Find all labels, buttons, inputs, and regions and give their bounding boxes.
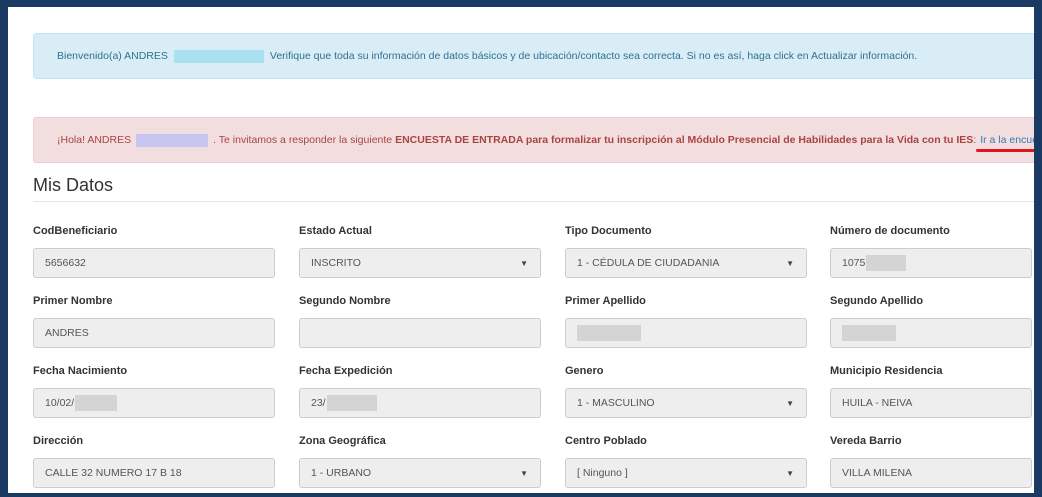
field-segundo-apellido: Segundo Apellido xyxy=(830,295,1032,348)
section-title: Mis Datos xyxy=(33,175,114,195)
segundo-nombre-input[interactable] xyxy=(299,318,541,348)
field-value: 1075 xyxy=(842,257,866,269)
welcome-alert: Bienvenido(a) ANDRES Verifique que toda … xyxy=(33,33,1034,79)
field-fecha-expedicion: Fecha Expedición 23/ xyxy=(299,365,541,418)
field-cod-beneficiario: CodBeneficiario 5656632 xyxy=(33,225,275,278)
centro-poblado-select[interactable]: [ Ninguno ] ▼ xyxy=(565,458,807,488)
municipio-residencia-input[interactable]: HUILA - NEIVA xyxy=(830,388,1032,418)
genero-select[interactable]: 1 - MASCULINO ▼ xyxy=(565,388,807,418)
field-value: VILLA MILENA xyxy=(842,467,913,479)
redacted-value xyxy=(577,325,641,341)
field-numero-documento: Número de documento 1075 xyxy=(830,225,1032,278)
caret-down-icon: ▼ xyxy=(786,259,794,268)
field-label: Primer Nombre xyxy=(33,295,113,307)
caret-down-icon: ▼ xyxy=(520,469,528,478)
field-value: 1 - CÉDULA DE CIUDADANIA xyxy=(577,257,720,269)
field-label: Dirección xyxy=(33,435,84,447)
numero-documento-input[interactable]: 1075 xyxy=(830,248,1032,278)
field-value: 1 - URBANO xyxy=(311,467,372,479)
welcome-prefix: Bienvenido(a) ANDRES xyxy=(57,50,168,62)
redacted-name xyxy=(173,49,264,63)
field-zona-geografica: Zona Geográfica 1 - URBANO ▼ xyxy=(299,435,541,488)
caret-down-icon: ▼ xyxy=(520,259,528,268)
field-value: 5656632 xyxy=(45,257,86,269)
field-tipo-documento: Tipo Documento 1 - CÉDULA DE CIUDADANIA ▼ xyxy=(565,225,807,278)
redacted-value xyxy=(326,395,377,411)
tipo-documento-select[interactable]: 1 - CÉDULA DE CIUDADANIA ▼ xyxy=(565,248,807,278)
field-label: Segundo Nombre xyxy=(299,295,391,307)
welcome-text: Verifique que toda su información de dat… xyxy=(269,50,918,62)
primer-apellido-input[interactable] xyxy=(565,318,807,348)
fecha-expedicion-input[interactable]: 23/ xyxy=(299,388,541,418)
field-primer-nombre: Primer Nombre ANDRES xyxy=(33,295,275,348)
zona-geografica-select[interactable]: 1 - URBANO ▼ xyxy=(299,458,541,488)
caret-down-icon: ▼ xyxy=(786,469,794,478)
field-label: Centro Poblado xyxy=(565,435,647,447)
field-fecha-nacimiento: Fecha Nacimiento 10/02/ xyxy=(33,365,275,418)
field-label: Vereda Barrio xyxy=(830,435,902,447)
field-primer-apellido: Primer Apellido xyxy=(565,295,807,348)
survey-link[interactable]: Ir a la encuesta xyxy=(976,134,1034,152)
field-label: Genero xyxy=(565,365,604,377)
redacted-name xyxy=(136,133,209,147)
field-label: Segundo Apellido xyxy=(830,295,924,307)
survey-text: . Te invitamos a responder la siguiente xyxy=(213,134,393,146)
field-value: CALLE 32 NUMERO 17 B 18 xyxy=(45,467,182,479)
field-value: HUILA - NEIVA xyxy=(842,397,913,409)
caret-down-icon: ▼ xyxy=(786,399,794,408)
vereda-barrio-input[interactable]: VILLA MILENA xyxy=(830,458,1032,488)
survey-prefix: ¡Hola! ANDRES xyxy=(57,134,132,146)
field-centro-poblado: Centro Poblado [ Ninguno ] ▼ xyxy=(565,435,807,488)
field-label: Fecha Expedición xyxy=(299,365,393,377)
field-direccion: Dirección CALLE 32 NUMERO 17 B 18 xyxy=(33,435,275,488)
cod-beneficiario-input[interactable]: 5656632 xyxy=(33,248,275,278)
direccion-input[interactable]: CALLE 32 NUMERO 17 B 18 xyxy=(33,458,275,488)
field-value: [ Ninguno ] xyxy=(577,467,628,479)
survey-strong-text: ENCUESTA DE ENTRADA para formalizar tu i… xyxy=(395,134,974,146)
field-label: Estado Actual xyxy=(299,225,372,237)
redacted-value xyxy=(842,325,896,341)
field-value: 10/02/ xyxy=(45,397,75,409)
field-label: Fecha Nacimiento xyxy=(33,365,128,377)
field-label: Zona Geográfica xyxy=(299,435,386,447)
field-label: Número de documento xyxy=(830,225,950,237)
redacted-value xyxy=(75,395,118,411)
field-value: INSCRITO xyxy=(311,257,361,269)
section-divider xyxy=(33,201,1034,202)
field-label: CodBeneficiario xyxy=(33,225,118,237)
estado-actual-select[interactable]: INSCRITO ▼ xyxy=(299,248,541,278)
field-estado-actual: Estado Actual INSCRITO ▼ xyxy=(299,225,541,278)
survey-link-label[interactable]: Ir a la encuesta xyxy=(980,134,1034,146)
field-label: Municipio Residencia xyxy=(830,365,943,377)
field-value: 23/ xyxy=(311,397,326,409)
field-value: 1 - MASCULINO xyxy=(577,397,655,409)
field-value: ANDRES xyxy=(45,327,89,339)
field-label: Tipo Documento xyxy=(565,225,652,237)
field-label: Primer Apellido xyxy=(565,295,646,307)
field-segundo-nombre: Segundo Nombre xyxy=(299,295,541,348)
red-underline-mark xyxy=(976,149,1034,152)
survey-alert: ¡Hola! ANDRES . Te invitamos a responder… xyxy=(33,117,1034,163)
redacted-value xyxy=(866,255,907,271)
field-vereda-barrio: Vereda Barrio VILLA MILENA xyxy=(830,435,1032,488)
survey-colon: : xyxy=(973,134,977,146)
primer-nombre-input[interactable]: ANDRES xyxy=(33,318,275,348)
page-frame: Bienvenido(a) ANDRES Verifique que toda … xyxy=(8,7,1034,493)
segundo-apellido-input[interactable] xyxy=(830,318,1032,348)
fecha-nacimiento-input[interactable]: 10/02/ xyxy=(33,388,275,418)
field-genero: Genero 1 - MASCULINO ▼ xyxy=(565,365,807,418)
field-municipio-residencia: Municipio Residencia HUILA - NEIVA xyxy=(830,365,1032,418)
